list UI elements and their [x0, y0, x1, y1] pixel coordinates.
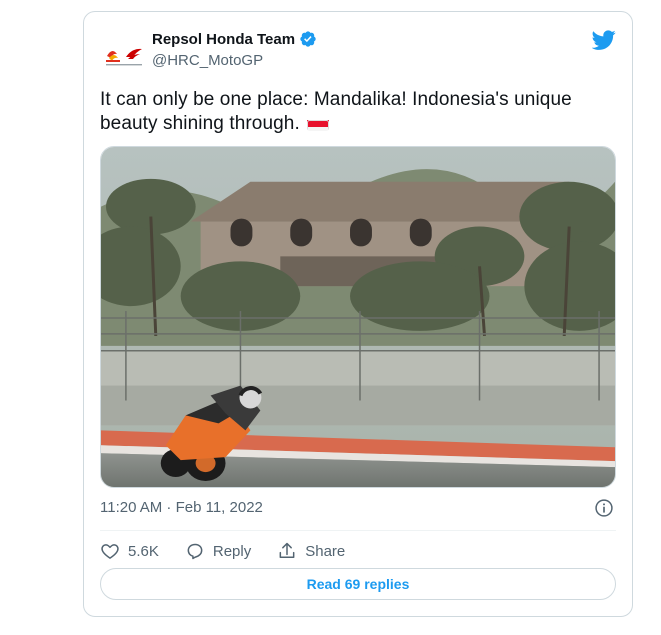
tweet-photo[interactable]: [100, 146, 616, 488]
share-label: Share: [305, 542, 346, 560]
tweet-timestamp[interactable]: 11:20 AM · Feb 11, 2022: [100, 499, 263, 516]
reply-button[interactable]: Reply: [185, 541, 251, 561]
tweet-card: Repsol Honda Team @HRC_MotoGP It can onl…: [83, 11, 633, 617]
like-button[interactable]: 5.6K: [100, 541, 159, 561]
tweet-text: It can only be one place: Mandalika! Ind…: [100, 88, 610, 136]
display-name[interactable]: Repsol Honda Team: [152, 31, 295, 48]
info-icon[interactable]: [594, 498, 614, 518]
twitter-bird-icon[interactable]: [592, 28, 616, 52]
reply-bubble-icon: [187, 543, 203, 560]
account-handle[interactable]: @HRC_MotoGP: [152, 52, 263, 69]
tweet-text-content: It can only be one place: Mandalika! Ind…: [100, 89, 572, 134]
motorcycle-track-photo: [101, 147, 615, 487]
reply-label: Reply: [212, 542, 252, 560]
indonesia-flag-icon: [307, 117, 330, 131]
read-replies-button[interactable]: Read 69 replies: [100, 568, 616, 600]
verified-badge-icon: [300, 31, 316, 47]
divider: [100, 530, 616, 531]
share-button[interactable]: Share: [277, 541, 345, 561]
like-count: 5.6K: [128, 542, 159, 560]
share-icon: [279, 542, 295, 558]
name-row[interactable]: Repsol Honda Team: [152, 30, 317, 48]
repsol-honda-logo-icon: [100, 32, 148, 80]
avatar[interactable]: [100, 32, 148, 80]
heart-icon: [101, 544, 119, 559]
action-bar: 5.6K Reply Share: [100, 539, 345, 563]
